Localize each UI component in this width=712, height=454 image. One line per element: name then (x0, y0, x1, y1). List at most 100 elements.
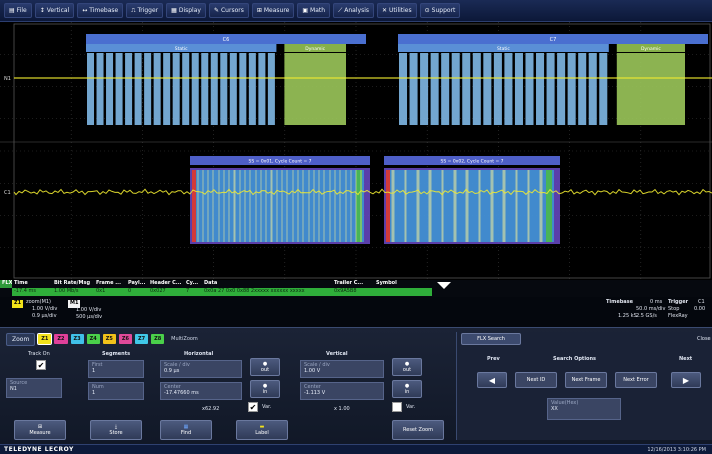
next-error-button[interactable]: Next Error (615, 372, 657, 388)
static-slot (546, 53, 555, 125)
table-cell: 0x9A5B8 (334, 288, 357, 294)
table-cell: 0 (128, 288, 132, 294)
waveform-display[interactable]: C6 Static Dynamic C7 Static Dynamic N1 SS = 0x0… (0, 22, 712, 280)
menu-measure[interactable]: ⊞ Measure (251, 3, 295, 18)
menu-utilities[interactable]: ✕ Utilities (377, 3, 417, 18)
column-header[interactable]: Symbol (374, 280, 414, 288)
trigger-label[interactable]: Trigger (668, 299, 688, 305)
column-header[interactable]: Cy... (184, 280, 202, 288)
brand-logo: TELEDYNE LECROY (4, 446, 74, 453)
segment-label: SS = 0x01, Cycle Count = 7 (248, 159, 311, 165)
file-icon: ▤ (9, 7, 15, 14)
v-var-checkbox[interactable] (392, 402, 402, 412)
h-var-label: Var. (262, 404, 272, 410)
num-segments-field[interactable]: Num 1 (88, 382, 144, 400)
menu-display[interactable]: ▦ Display (166, 3, 206, 18)
menu-support[interactable]: ⊙ Support (419, 3, 461, 18)
table-cell (374, 288, 414, 296)
decode-table[interactable]: FLX Time Bit Rate/Msg Frame ... Payl... Heade… (0, 280, 712, 297)
next-button[interactable]: ▶ (671, 372, 701, 388)
column-header[interactable]: Bit Rate/Msg (52, 280, 94, 288)
next-id-button[interactable]: Next ID (515, 372, 557, 388)
close-button[interactable]: Close (697, 336, 711, 342)
table-cell: 0x0a 27 0x0 0x88 2xxxxx xxxxxx xxxxx (204, 288, 305, 294)
timebase-label[interactable]: Timebase (606, 299, 633, 305)
menu-cursors[interactable]: ✎ Cursors (208, 3, 249, 18)
arrow-right-icon: ▶ (682, 375, 690, 385)
h-zoom-in-button[interactable]: ● in (250, 380, 280, 398)
tab-zoom-z7[interactable]: Z7 (134, 334, 149, 344)
vertical-center-field[interactable]: Center -1.113 V (300, 382, 384, 400)
segment-label: SS = 0x02, Cycle Count = 7 (440, 159, 503, 165)
static-slot (229, 53, 237, 125)
static-slot (191, 53, 199, 125)
static-slot (210, 53, 218, 125)
tab-zoom-z3[interactable]: Z3 (70, 334, 84, 344)
tab-zoom-z8[interactable]: Z8 (151, 334, 165, 344)
tab-zoom-z1[interactable]: Z1 (37, 333, 53, 345)
tab-zoom-z6[interactable]: Z6 (118, 334, 132, 344)
search-options-title: Search Options (553, 356, 597, 362)
horizontal-center-field[interactable]: Center -17.47660 ms (160, 382, 242, 400)
first-segment-field[interactable]: First 1 (88, 360, 144, 378)
static-slot (239, 53, 247, 125)
column-header[interactable]: Header C... (148, 280, 184, 288)
z1-badge[interactable]: Z1 (12, 300, 24, 308)
v-zoom-in-button[interactable]: ● in (392, 380, 422, 398)
tab-flx-search[interactable]: FLX Search (461, 333, 521, 345)
column-header[interactable]: Frame ... (94, 280, 126, 288)
reset-zoom-button[interactable]: Reset Zoom (392, 420, 444, 440)
segment-marker (192, 170, 196, 242)
measure-icon: ⊞ (256, 7, 262, 14)
tab-zoom-z2[interactable]: Z2 (54, 334, 68, 344)
value-hex-field[interactable]: Value(Hex) XX (547, 398, 621, 420)
label-button[interactable]: ▬ Label (236, 420, 288, 440)
column-header[interactable]: Payl... (126, 280, 148, 288)
find-button[interactable]: ▦ Find (160, 420, 212, 440)
column-header[interactable]: Time (12, 280, 52, 288)
flx-search-panel: FLX Search Close Prev Search Options Nex… (456, 332, 712, 440)
prev-button[interactable]: ◀ (477, 372, 507, 388)
h-zoom-out-button[interactable]: ● out (250, 358, 280, 376)
multizoom-button[interactable]: MultiZoom (167, 334, 202, 344)
menu-analysis[interactable]: ⟋ Analysis (333, 3, 374, 18)
timebase-rate: 50.0 ms/div (636, 306, 666, 312)
menu-trigger[interactable]: ⎍ Trigger (126, 3, 164, 18)
menu-vertical[interactable]: ↕ Vertical (34, 3, 75, 18)
v-zoom-out-button[interactable]: ● out (392, 358, 422, 376)
segment-inner (390, 170, 554, 242)
column-header[interactable]: Data (202, 280, 332, 288)
table-row[interactable]: -17.4 ms 1.00 Mb/s 0x1 0 0x027 7 0x0a 27 0x0 0… (12, 288, 432, 296)
static-slot (420, 53, 429, 125)
static-slot (536, 53, 545, 125)
track-on-checkbox[interactable]: ✔ (36, 360, 46, 370)
tab-zoom-z5[interactable]: Z5 (102, 334, 116, 344)
h-var-checkbox[interactable]: ✔ (248, 402, 258, 412)
measure-button[interactable]: ⊞ Measure (14, 420, 66, 440)
store-button[interactable]: ⤓ Store (90, 420, 142, 440)
static-slot (153, 53, 161, 125)
channel-info-bar: Z1 zoom(M1) 1.00 V/div 0.9 µs/div M1 1.0… (0, 297, 712, 327)
static-slot (462, 53, 471, 125)
track-on-label: Track On (28, 351, 50, 357)
tab-zoom-z4[interactable]: Z4 (86, 334, 100, 344)
static-slot (514, 53, 523, 125)
source-field[interactable]: Source N1 (6, 378, 62, 398)
dynamic-slot (284, 53, 346, 125)
vertical-factor: x 1.00 (334, 406, 350, 412)
v-center-value: -1.113 V (304, 390, 326, 396)
menu-math[interactable]: ▣ Math (297, 3, 331, 18)
vertical-scale-field[interactable]: Scale / div 1.00 V (300, 360, 384, 378)
trigger-icon: ⎍ (131, 6, 136, 14)
zoom-label[interactable]: Zoom (6, 332, 36, 346)
next-frame-button[interactable]: Next Frame (565, 372, 607, 388)
segment-marker (546, 170, 552, 242)
horizontal-scale-field[interactable]: Scale / div 0.9 µs (160, 360, 242, 378)
menu-file[interactable]: ▤ File (4, 3, 32, 18)
trigger-type: FlexRay (668, 313, 688, 319)
static-slot (588, 53, 597, 125)
static-slot (578, 53, 587, 125)
menu-timebase[interactable]: ↔ Timebase (77, 3, 124, 18)
expand-table-icon[interactable] (437, 282, 451, 289)
column-header[interactable]: Trailer C... (332, 280, 374, 288)
